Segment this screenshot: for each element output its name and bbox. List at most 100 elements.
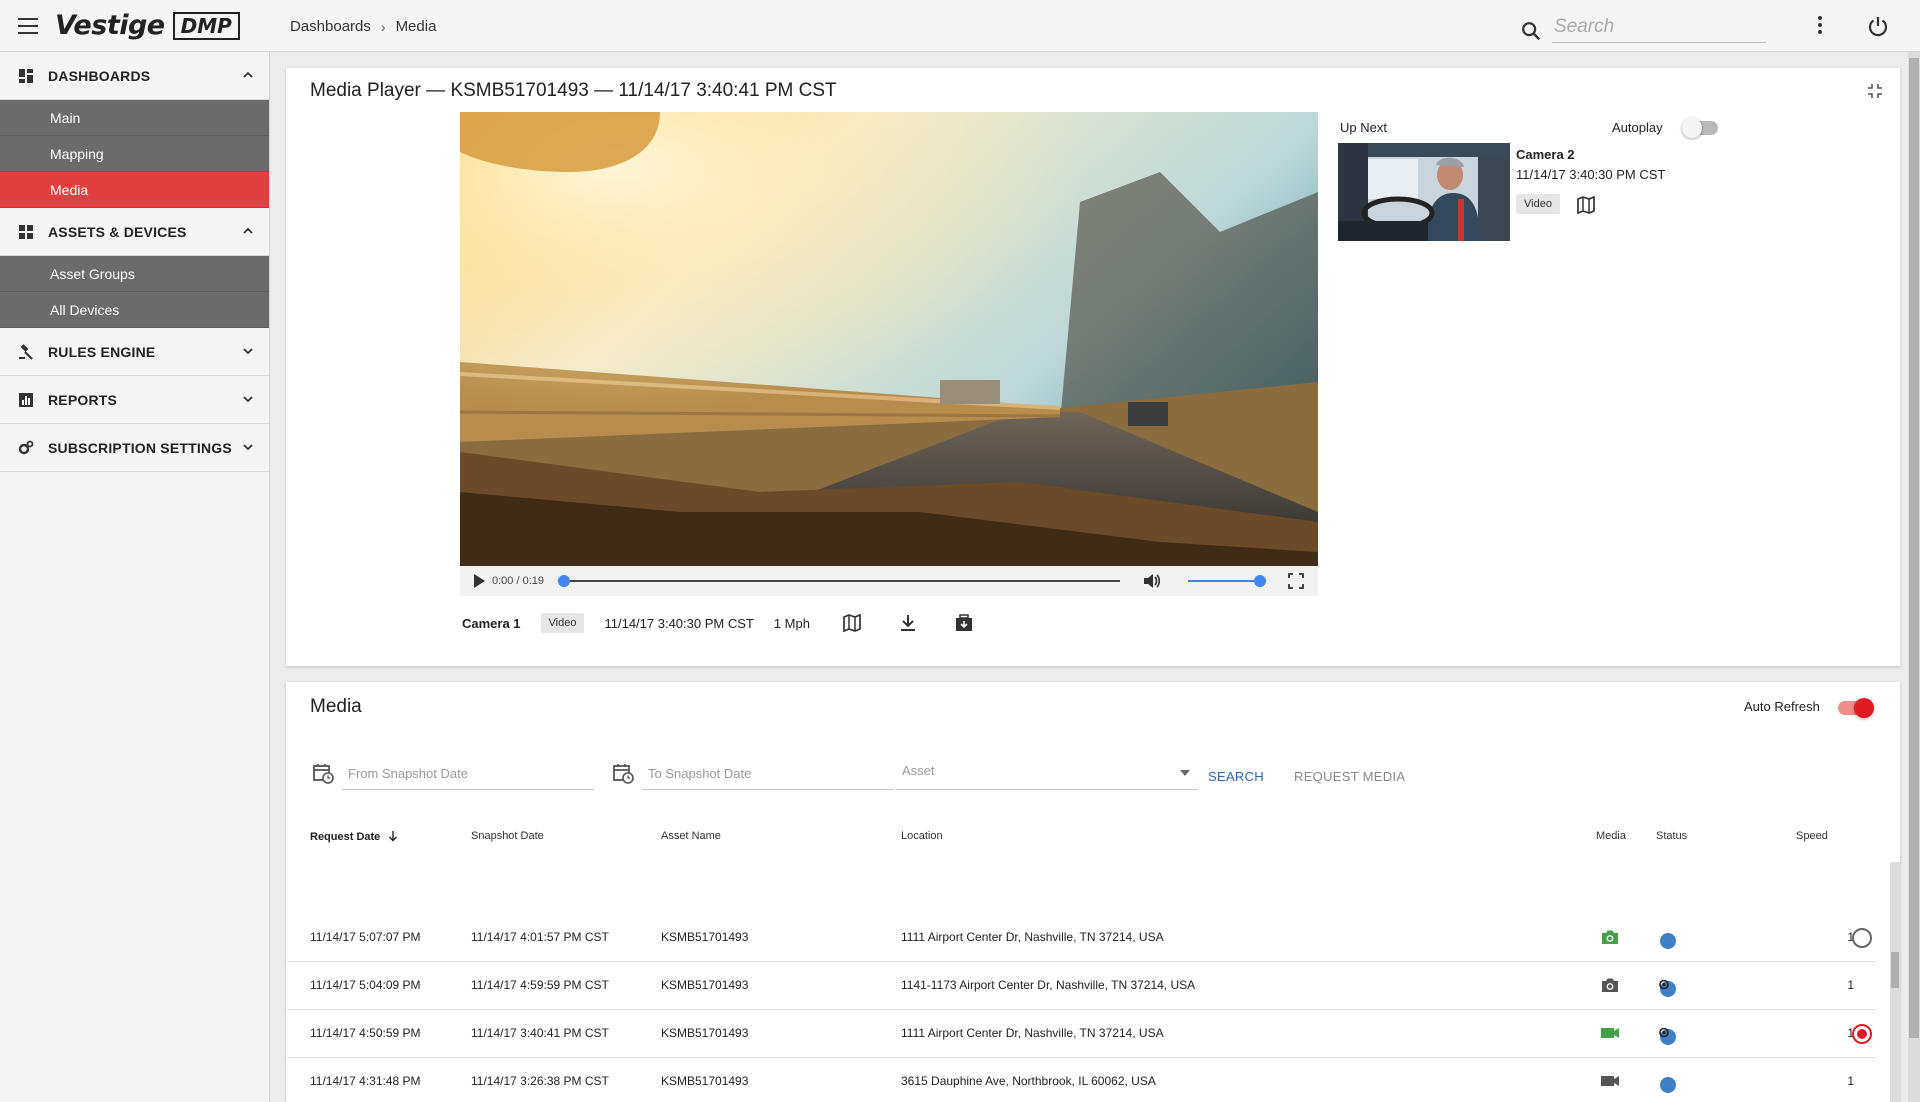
- volume-slider[interactable]: [1188, 574, 1266, 588]
- download-icon[interactable]: [898, 613, 918, 633]
- nav-section-label: ASSETS & DEVICES: [48, 223, 187, 240]
- cell-speed: 1: [1847, 1026, 1854, 1040]
- breadcrumb-current: Media: [395, 18, 437, 35]
- cell-asset-name: KSMB51701493: [661, 978, 749, 992]
- page-scrollbar-thumb[interactable]: [1909, 58, 1919, 1038]
- cell-snapshot-date: 11/14/17 3:26:38 PM CST: [471, 1074, 609, 1088]
- autoplay-label: Autoplay: [1612, 120, 1663, 135]
- asset-input[interactable]: [896, 758, 1198, 790]
- calendar-clock-icon[interactable]: [312, 762, 334, 784]
- column-header-asset-name[interactable]: Asset Name: [661, 830, 721, 842]
- nav-section-label: DASHBOARDS: [48, 67, 151, 84]
- chevron-up-icon: [243, 227, 253, 234]
- power-icon[interactable]: [1866, 14, 1890, 38]
- from-date-input[interactable]: [342, 758, 594, 790]
- media-player-card: Media Player — KSMB51701493 — 11/14/17 3…: [286, 68, 1900, 666]
- video-icon[interactable]: [1600, 1024, 1620, 1042]
- logo-product: DMP: [172, 11, 240, 40]
- nav-section-assets-devices[interactable]: ASSETS & DEVICES: [0, 208, 269, 256]
- column-header-label: Request Date: [310, 831, 381, 843]
- column-header-snapshot-date[interactable]: Snapshot Date: [471, 830, 544, 842]
- status-viewed-icon: [1656, 976, 1678, 998]
- nav-section-dashboards[interactable]: DASHBOARDS: [0, 52, 269, 100]
- page-scrollbar[interactable]: [1908, 52, 1920, 1102]
- top-bar: Vestige DMP Dashboards › Media: [0, 0, 1920, 52]
- assets-icon: [19, 224, 33, 239]
- breadcrumb-parent[interactable]: Dashboards: [290, 18, 371, 35]
- sidebar-item-mapping[interactable]: Mapping: [0, 136, 269, 172]
- sidebar-item-media[interactable]: Media: [0, 172, 269, 208]
- progress-slider[interactable]: [558, 574, 1120, 588]
- camera-icon[interactable]: [1600, 976, 1620, 994]
- logo-text: Vestige: [55, 10, 165, 41]
- cell-speed: 1: [1847, 1074, 1854, 1088]
- video-frame[interactable]: [460, 112, 1318, 566]
- up-next-thumbnail[interactable]: [1338, 143, 1510, 241]
- autoplay-toggle[interactable]: [1682, 118, 1718, 138]
- column-header-location[interactable]: Location: [901, 830, 943, 842]
- bar-chart-icon: [19, 392, 33, 407]
- table-row[interactable]: 11/14/17 4:50:59 PM 11/14/17 3:40:41 PM C…: [286, 1010, 1876, 1058]
- player-timestamp: 11/14/17 3:40:30 PM CST: [604, 615, 754, 631]
- up-next-timestamp: 11/14/17 3:40:30 PM CST: [1516, 167, 1666, 182]
- menu-icon[interactable]: [18, 18, 38, 34]
- cell-request-date: 11/14/17 5:04:09 PM: [310, 978, 421, 992]
- table-row[interactable]: 11/14/17 5:04:09 PM 11/14/17 4:59:59 PM C…: [286, 962, 1876, 1010]
- fullscreen-icon[interactable]: [1288, 573, 1304, 589]
- to-date-input[interactable]: [642, 758, 894, 790]
- sidebar-item-all-devices[interactable]: All Devices: [0, 292, 269, 328]
- calendar-clock-icon[interactable]: [612, 762, 634, 784]
- request-media-button[interactable]: REQUEST MEDIA: [1294, 769, 1405, 784]
- table-row[interactable]: 11/14/17 4:31:48 PM 11/14/17 3:26:38 PM C…: [286, 1058, 1876, 1102]
- media-type-chip: Video: [540, 613, 585, 633]
- nav-section-subscription-settings[interactable]: SUBSCRIPTION SETTINGS: [0, 424, 269, 472]
- search-icon[interactable]: [1520, 20, 1542, 42]
- play-icon[interactable]: [472, 573, 486, 589]
- dropdown-caret-icon[interactable]: [1180, 770, 1190, 776]
- nav-section-rules-engine[interactable]: RULES ENGINE: [0, 328, 269, 376]
- row-select-radio[interactable]: [1852, 928, 1872, 948]
- table-scrollbar[interactable]: [1890, 862, 1900, 1102]
- cell-asset-name: KSMB51701493: [661, 930, 749, 944]
- status-dot-icon: [1656, 928, 1678, 950]
- progress-knob[interactable]: [558, 575, 570, 587]
- dashboard-icon: [19, 68, 33, 83]
- nav-section-reports[interactable]: REPORTS: [0, 376, 269, 424]
- more-vert-icon[interactable]: [1815, 16, 1825, 38]
- column-header-status[interactable]: Status: [1656, 830, 1687, 842]
- chevron-up-icon: [243, 71, 253, 78]
- cell-speed: 1: [1847, 978, 1854, 992]
- sidebar-item-asset-groups[interactable]: Asset Groups: [0, 256, 269, 292]
- camera-icon[interactable]: [1600, 928, 1620, 946]
- cell-location: 1111 Airport Center Dr, Nashville, TN 37…: [901, 1026, 1164, 1040]
- scrollbar-thumb[interactable]: [1891, 952, 1899, 988]
- fullscreen-exit-icon[interactable]: [1866, 82, 1884, 100]
- volume-icon[interactable]: [1142, 572, 1162, 590]
- search-box: [1520, 14, 1766, 43]
- up-next-camera: Camera 2: [1516, 147, 1575, 162]
- table-row[interactable]: 11/14/17 5:07:07 PM 11/14/17 4:01:57 PM C…: [286, 914, 1876, 962]
- auto-refresh-toggle[interactable]: [1838, 698, 1874, 718]
- archive-download-icon[interactable]: [954, 613, 974, 633]
- volume-knob[interactable]: [1254, 575, 1266, 587]
- media-section-title: Media: [310, 696, 362, 717]
- map-icon[interactable]: [842, 613, 862, 633]
- search-button[interactable]: SEARCH: [1208, 769, 1264, 784]
- cell-asset-name: KSMB51701493: [661, 1074, 749, 1088]
- video-icon[interactable]: [1600, 1072, 1620, 1090]
- gavel-icon: [19, 343, 33, 360]
- map-icon[interactable]: [1576, 195, 1596, 215]
- column-header-speed[interactable]: Speed: [1796, 830, 1828, 842]
- row-select-radio[interactable]: [1852, 1024, 1872, 1044]
- status-viewed-icon: [1656, 1024, 1678, 1046]
- column-header-request-date[interactable]: Request Date: [310, 830, 398, 843]
- cell-asset-name: KSMB51701493: [661, 1026, 749, 1040]
- asset-select[interactable]: [896, 758, 1198, 790]
- cell-request-date: 11/14/17 4:50:59 PM: [310, 1026, 421, 1040]
- logo: Vestige DMP: [55, 10, 240, 41]
- to-date-filter: [642, 758, 894, 790]
- column-header-media[interactable]: Media: [1596, 830, 1626, 842]
- search-input[interactable]: [1552, 14, 1766, 43]
- sidebar-item-main[interactable]: Main: [0, 100, 269, 136]
- arrow-down-icon: [389, 831, 398, 842]
